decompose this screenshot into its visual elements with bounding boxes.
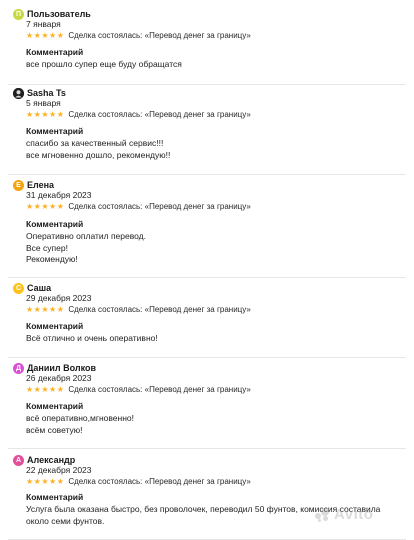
star-icon: ★ xyxy=(26,109,34,119)
star-icon: ★ xyxy=(33,109,41,119)
deal-status: Сделка состоялась: «Перевод денег за гра… xyxy=(68,385,251,394)
star-icon: ★ xyxy=(56,476,64,486)
comment-line: спасибо за качественный сервис!!! xyxy=(26,138,164,148)
deal-status: Сделка состоялась: «Перевод денег за гра… xyxy=(68,477,251,486)
star-icon: ★ xyxy=(56,30,64,40)
rating-row: ★ ★ ★ ★ ★ Сделка состоялась: «Перевод денег … xyxy=(26,476,251,487)
user-photo-icon xyxy=(13,87,24,99)
rating-stars: ★ ★ ★ ★ ★ xyxy=(26,477,64,487)
comment-text: Всё отлично и очень оперативно! xyxy=(26,333,158,345)
comment-line: всё оперативно,мгновенно! xyxy=(26,413,135,423)
star-icon: ★ xyxy=(49,384,57,394)
star-icon: ★ xyxy=(56,304,64,314)
comment-text: всё оперативно,мгновенно! всём советую! xyxy=(26,413,134,436)
star-icon: ★ xyxy=(41,30,49,40)
deal-status: Сделка состоялась: «Перевод денег за гра… xyxy=(68,31,251,40)
comment-label: Комментарий xyxy=(26,492,84,502)
rating-row: ★ ★ ★ ★ ★ Сделка состоялась: «Перевод денег … xyxy=(26,30,251,41)
comment-line: всём советую! xyxy=(26,424,83,435)
review-date: 7 января xyxy=(26,19,61,29)
rating-stars: ★ ★ ★ ★ ★ xyxy=(26,31,64,41)
review-date: 31 декабря 2023 xyxy=(26,190,92,200)
star-icon: ★ xyxy=(33,384,41,394)
comment-line: Рекомендую! xyxy=(26,254,78,264)
avatar[interactable]: А xyxy=(13,454,24,466)
star-icon: ★ xyxy=(49,304,57,314)
star-icon: ★ xyxy=(26,30,34,40)
star-icon: ★ xyxy=(33,304,41,314)
star-icon: ★ xyxy=(49,201,57,211)
avito-watermark: Avito xyxy=(315,506,373,523)
review-date: 22 декабря 2023 xyxy=(26,465,92,475)
rating-row: ★ ★ ★ ★ ★ Сделка состоялась: «Перевод денег … xyxy=(26,201,251,212)
avatar[interactable]: Д xyxy=(13,362,24,374)
avatar[interactable]: С xyxy=(13,282,24,294)
avatar[interactable]: П xyxy=(13,8,24,20)
avito-logo-icon xyxy=(315,507,331,522)
rating-row: ★ ★ ★ ★ ★ Сделка состоялась: «Перевод денег … xyxy=(26,384,251,395)
review-card: Е Елена 31 декабря 2023 ★ ★ ★ ★ ★ Сделка сос… xyxy=(0,178,414,278)
star-icon: ★ xyxy=(41,201,49,211)
deal-status: Сделка состоялась: «Перевод денег за гра… xyxy=(68,110,251,119)
review-card: Sasha Ts 5 января ★ ★ ★ ★ ★ Сделка состоялас… xyxy=(0,86,414,175)
star-icon: ★ xyxy=(41,109,49,119)
star-icon: ★ xyxy=(26,304,34,314)
star-icon: ★ xyxy=(41,304,49,314)
rating-stars: ★ ★ ★ ★ ★ xyxy=(26,202,64,212)
review-date: 26 декабря 2023 xyxy=(26,373,92,383)
star-icon: ★ xyxy=(41,384,49,394)
avatar[interactable]: Е xyxy=(13,179,24,191)
review-card: С Саша 29 декабря 2023 ★ ★ ★ ★ ★ Сделка сост… xyxy=(0,281,414,358)
deal-status: Сделка состоялась: «Перевод денег за гра… xyxy=(68,305,251,314)
star-icon: ★ xyxy=(26,476,34,486)
comment-text: Оперативно оплатил перевод. Все супер! Р… xyxy=(26,231,146,266)
comment-line: Всё отлично и очень оперативно! xyxy=(26,333,158,343)
rating-stars: ★ ★ ★ ★ ★ xyxy=(26,110,64,120)
comment-label: Комментарий xyxy=(26,401,84,411)
star-icon: ★ xyxy=(41,476,49,486)
review-date: 5 января xyxy=(26,98,61,108)
star-icon: ★ xyxy=(26,201,34,211)
comment-label: Комментарий xyxy=(26,126,84,136)
star-icon: ★ xyxy=(26,384,34,394)
rating-stars: ★ ★ ★ ★ ★ xyxy=(26,385,64,395)
star-icon: ★ xyxy=(49,476,57,486)
comment-text: все прошло супер еще буду обращатся xyxy=(26,59,182,71)
comment-line: все прошло супер еще буду обращатся xyxy=(26,59,182,69)
comment-line: все мгновенно дошло, рекомендую!! xyxy=(26,149,171,160)
comment-line: Все супер! xyxy=(26,242,68,253)
avatar[interactable] xyxy=(13,87,24,99)
comment-text: спасибо за качественный сервис!!! все мг… xyxy=(26,138,170,161)
star-icon: ★ xyxy=(49,30,57,40)
star-icon: ★ xyxy=(33,30,41,40)
review-date: 29 декабря 2023 xyxy=(26,293,92,303)
star-icon: ★ xyxy=(33,476,41,486)
comment-line: Оперативно оплатил перевод. xyxy=(26,231,147,241)
star-icon: ★ xyxy=(49,109,57,119)
rating-row: ★ ★ ★ ★ ★ Сделка состоялась: «Перевод денег … xyxy=(26,109,251,120)
rating-row: ★ ★ ★ ★ ★ Сделка состоялась: «Перевод денег … xyxy=(26,304,251,315)
comment-label: Комментарий xyxy=(26,321,84,331)
review-card: Д Даниил Волков 26 декабря 2023 ★ ★ ★ ★ ★ Сд… xyxy=(0,361,414,449)
review-card: А Александр 22 декабря 2023 ★ ★ ★ ★ ★ Сделка… xyxy=(0,453,414,540)
rating-stars: ★ ★ ★ ★ ★ xyxy=(26,305,64,315)
deal-status: Сделка состоялась: «Перевод денег за гра… xyxy=(68,202,251,211)
comment-label: Комментарий xyxy=(26,47,84,57)
watermark-text: Avito xyxy=(334,506,374,523)
star-icon: ★ xyxy=(56,201,64,211)
star-icon: ★ xyxy=(56,109,64,119)
star-icon: ★ xyxy=(56,384,64,394)
review-card: П Пользователь 7 января ★ ★ ★ ★ ★ Сделка сос… xyxy=(0,7,414,85)
star-icon: ★ xyxy=(33,201,41,211)
comment-label: Комментарий xyxy=(26,219,84,229)
